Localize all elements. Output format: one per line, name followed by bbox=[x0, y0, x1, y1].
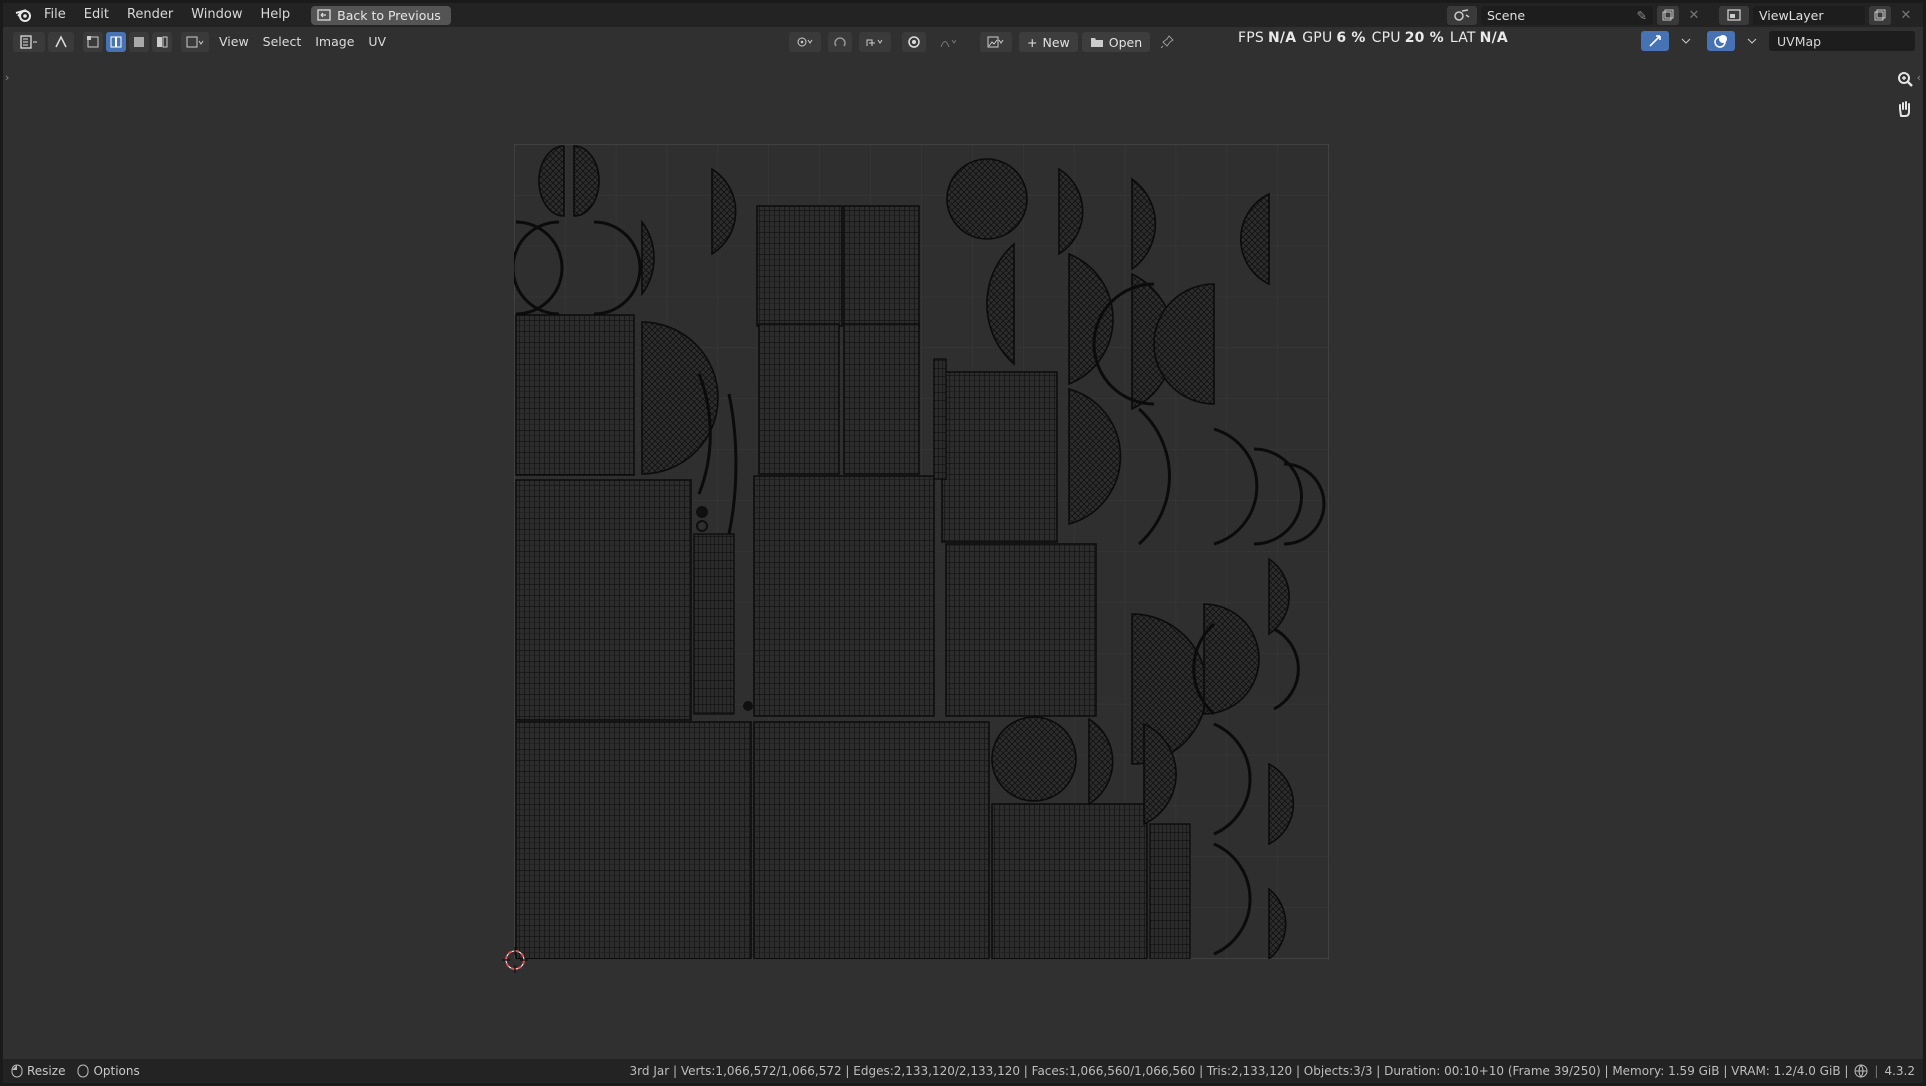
menu-select[interactable]: Select bbox=[256, 32, 309, 52]
editor-type-icon[interactable] bbox=[13, 32, 45, 52]
fps-value: N/A bbox=[1267, 30, 1297, 46]
gpu-label: GPU bbox=[1302, 30, 1333, 46]
folder-icon bbox=[1090, 38, 1103, 47]
hand-icon[interactable] bbox=[1892, 96, 1918, 122]
globe-icon bbox=[1854, 1064, 1868, 1078]
menu-image[interactable]: Image bbox=[308, 32, 361, 52]
snap-target-icon[interactable] bbox=[859, 32, 891, 52]
vertex-select-icon[interactable] bbox=[83, 32, 103, 52]
mouse-left-icon bbox=[11, 1064, 23, 1078]
proportional-editing-icon[interactable] bbox=[902, 32, 926, 52]
status-right: 3rd Jar | Verts:1,066,572/1,066,572 | Ed… bbox=[629, 1064, 1915, 1078]
cpu-label: CPU bbox=[1371, 30, 1401, 46]
edge-select-icon[interactable] bbox=[106, 32, 126, 52]
uv-canvas[interactable] bbox=[514, 144, 1329, 959]
status-bar: Resize Options 3rd Jar | Verts:1,066,572… bbox=[3, 1059, 1923, 1083]
2d-cursor-icon[interactable] bbox=[500, 945, 530, 975]
falloff-icon[interactable] bbox=[933, 32, 965, 52]
pin-image-icon[interactable] bbox=[1154, 32, 1180, 52]
overlays-dropdown-icon[interactable] bbox=[1742, 31, 1762, 51]
lat-label: LAT bbox=[1449, 30, 1476, 46]
pivot-point-icon[interactable] bbox=[789, 32, 821, 52]
delete-view-layer-icon[interactable]: ✕ bbox=[1895, 6, 1917, 25]
view-layer-name: ViewLayer bbox=[1759, 7, 1824, 23]
fps-label: FPS bbox=[1238, 30, 1264, 46]
cpu-value: 20 % bbox=[1404, 30, 1444, 46]
open-image-button[interactable]: Open bbox=[1081, 32, 1151, 52]
new-image-button[interactable]: + New bbox=[1019, 32, 1078, 52]
resize-hint: Resize bbox=[27, 1064, 66, 1078]
version-label: 4.3.2 bbox=[1884, 1064, 1915, 1078]
scene-selector-icon[interactable] bbox=[1447, 5, 1477, 25]
back-to-previous-button[interactable]: Back to Previous bbox=[311, 5, 451, 25]
gizmo-dropdown-icon[interactable] bbox=[1676, 31, 1696, 51]
mouse-right-icon bbox=[77, 1064, 89, 1078]
scene-name: Scene bbox=[1487, 7, 1526, 23]
scene-statistics: 3rd Jar | Verts:1,066,572/1,066,572 | Ed… bbox=[629, 1064, 1849, 1078]
toolbar-expand-icon[interactable]: › bbox=[5, 71, 9, 84]
image-browse-icon[interactable] bbox=[980, 32, 1012, 52]
face-select-icon[interactable] bbox=[129, 32, 149, 52]
top-bar: File Edit Render Window Help Back to Pre… bbox=[3, 3, 1923, 27]
delete-scene-icon[interactable]: ✕ bbox=[1683, 6, 1705, 25]
sidebar-expand-icon[interactable]: ‹ bbox=[1917, 71, 1921, 84]
gizmo-toggle-icon[interactable] bbox=[1641, 31, 1669, 51]
performance-stats: FPS N/A GPU 6 % CPU 20 % LAT N/A bbox=[1238, 30, 1514, 46]
island-select-icon[interactable] bbox=[152, 32, 172, 52]
lat-value: N/A bbox=[1479, 30, 1508, 46]
blender-window: File Edit Render Window Help Back to Pre… bbox=[3, 3, 1923, 1083]
menu-file[interactable]: File bbox=[35, 4, 75, 26]
overlays-toggle-icon[interactable] bbox=[1707, 31, 1735, 51]
sticky-selection-icon[interactable] bbox=[181, 32, 209, 52]
menu-edit[interactable]: Edit bbox=[75, 4, 118, 26]
plus-icon: + bbox=[1027, 34, 1038, 50]
menu-help[interactable]: Help bbox=[252, 4, 300, 26]
options-hint: Options bbox=[93, 1064, 140, 1078]
new-scene-icon[interactable] bbox=[1657, 5, 1679, 25]
header-center-tools: + New Open bbox=[789, 32, 1183, 52]
menu-window[interactable]: Window bbox=[182, 4, 251, 26]
screen-back-icon bbox=[317, 9, 331, 21]
status-left: Resize Options bbox=[11, 1064, 140, 1078]
view-layer-field[interactable]: ViewLayer bbox=[1753, 5, 1865, 25]
menu-uv[interactable]: UV bbox=[361, 32, 393, 52]
uvmap-name: UVMap bbox=[1777, 33, 1822, 49]
uv-sync-selection-icon[interactable] bbox=[48, 32, 74, 52]
gpu-value: 6 % bbox=[1336, 30, 1366, 46]
new-image-label: New bbox=[1042, 34, 1070, 50]
uv-layout bbox=[514, 144, 1329, 959]
scene-field[interactable]: Scene ✎ bbox=[1481, 5, 1653, 25]
blender-logo-icon[interactable] bbox=[13, 6, 35, 24]
pin-icon[interactable]: ✎ bbox=[1637, 8, 1647, 23]
header-right-tools: UVMap bbox=[1641, 31, 1915, 51]
new-view-layer-icon[interactable] bbox=[1869, 5, 1891, 25]
view-layer-icon[interactable] bbox=[1719, 5, 1749, 25]
menu-render[interactable]: Render bbox=[118, 4, 182, 26]
menu-view[interactable]: View bbox=[212, 32, 256, 52]
uvmap-field[interactable]: UVMap bbox=[1769, 31, 1915, 51]
snap-icon[interactable] bbox=[828, 32, 852, 52]
topbar-right: Scene ✎ ✕ ViewLayer ✕ bbox=[1447, 5, 1917, 25]
back-to-previous-label: Back to Previous bbox=[337, 7, 441, 23]
uv-editor-header: View Select Image UV + New Open FPS N/A GP… bbox=[3, 27, 1923, 57]
zoom-icon[interactable] bbox=[1892, 66, 1918, 92]
open-image-label: Open bbox=[1108, 34, 1143, 50]
